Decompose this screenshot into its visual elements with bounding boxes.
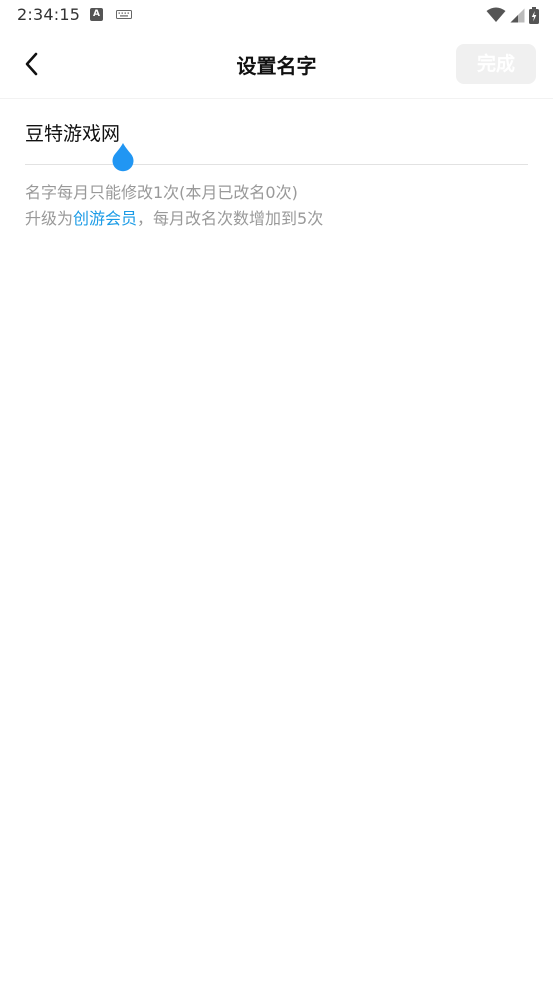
upgrade-hint: 升级为创游会员，每月改名次数增加到5次 [25,205,323,229]
status-bar: 2:34:15 A [0,0,553,30]
vip-membership-link[interactable]: 创游会员 [73,209,137,228]
wifi-icon [486,7,506,22]
text-cursor-handle[interactable] [109,141,137,177]
status-time: 2:34:15 [17,5,81,24]
battery-charging-icon [529,6,539,24]
header: 设置名字 完成 [0,30,553,99]
name-input[interactable] [25,118,528,146]
signal-icon [510,8,525,22]
done-button[interactable]: 完成 [456,44,536,84]
name-field [25,114,528,172]
status-right-icons [486,6,539,24]
upgrade-suffix: ，每月改名次数增加到5次 [137,209,324,228]
upgrade-prefix: 升级为 [25,209,74,228]
accessibility-icon: A [90,8,103,21]
rename-limit-hint: 名字每月只能修改1次(本月已改名0次) [25,183,298,202]
keyboard-icon [116,10,132,19]
